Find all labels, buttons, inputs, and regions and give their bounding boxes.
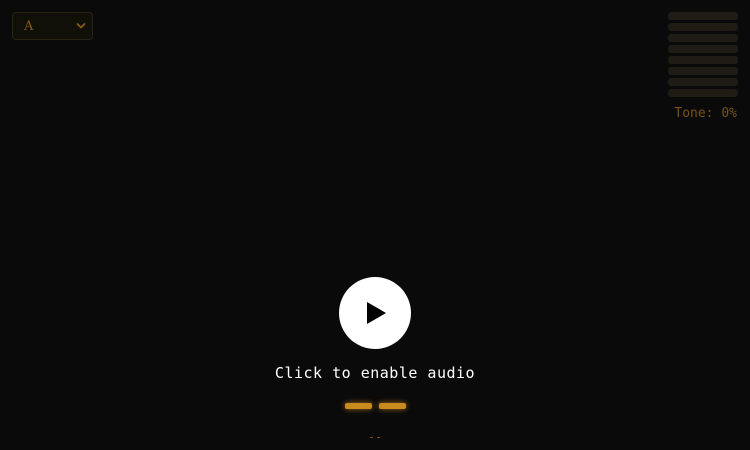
tone-meter-bar	[668, 34, 738, 42]
signal-dash	[379, 403, 406, 409]
tone-meter-bar	[668, 78, 738, 86]
tone-meter-bar	[668, 67, 738, 75]
tone-readout: Tone: 0%	[674, 106, 737, 121]
tone-meter-bar	[668, 45, 738, 53]
tone-meter-bar	[668, 12, 738, 20]
enable-audio-label[interactable]: Click to enable audio	[0, 364, 750, 382]
note-select[interactable]: A	[13, 13, 92, 39]
note-select-wrapper: A	[12, 12, 93, 40]
status-readout: --	[367, 430, 383, 444]
play-icon	[367, 302, 386, 324]
enable-audio-button[interactable]	[339, 277, 411, 349]
signal-dash	[345, 403, 372, 409]
tone-meter-bar	[668, 89, 738, 97]
signal-indicator	[345, 403, 407, 411]
tone-meter-bar	[668, 23, 738, 31]
tone-meter-bar	[668, 56, 738, 64]
tone-meter	[668, 12, 738, 100]
